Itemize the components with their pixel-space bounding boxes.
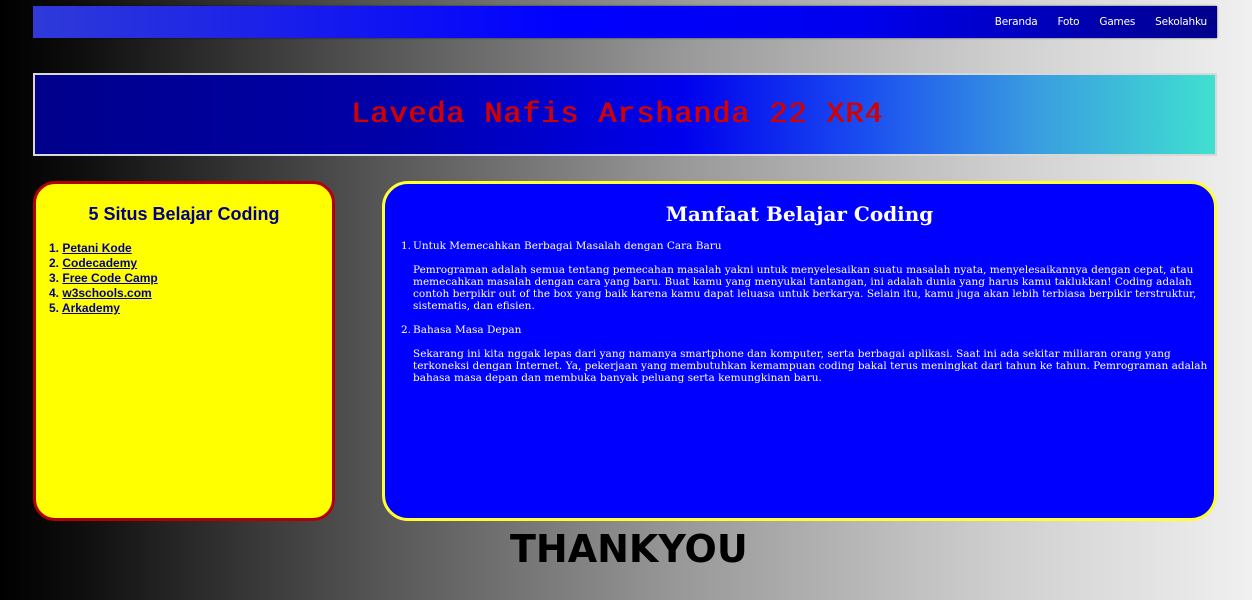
nav-link-games[interactable]: Games xyxy=(1099,16,1135,28)
benefit-body-2: Sekarang ini kita nggak lepas dari yang … xyxy=(413,348,1208,384)
benefit-body-1: Pemrograman adalah semua tentang pemecah… xyxy=(413,264,1197,312)
benefit-number: 2. xyxy=(401,324,412,336)
list-item: 4. w3schools.com xyxy=(49,286,158,301)
nav-link-beranda[interactable]: Beranda xyxy=(995,16,1038,28)
link-petani-kode[interactable]: Petani Kode xyxy=(62,241,131,255)
footer-thankyou: THANKYOU xyxy=(510,527,748,571)
coding-sites-heading: 5 Situs Belajar Coding xyxy=(88,204,280,224)
header-banner: Laveda Nafis Arshanda 22 XR4 xyxy=(33,73,1217,156)
list-number: 3. xyxy=(49,271,60,285)
coding-benefits-panel: Manfaat Belajar Coding 1. Untuk Memecahk… xyxy=(382,181,1217,521)
nav-link-sekolahku[interactable]: Sekolahku xyxy=(1155,16,1207,28)
benefit-title-1: 1. Untuk Memecahkan Berbagai Masalah den… xyxy=(401,240,1212,252)
top-nav-bar: Beranda Foto Games Sekolahku xyxy=(33,6,1217,38)
page-title: Laveda Nafis Arshanda 22 XR4 xyxy=(350,97,884,132)
main-nav: Beranda Foto Games Sekolahku xyxy=(995,6,1207,38)
list-item: 5. Arkademy xyxy=(49,301,158,316)
link-arkademy[interactable]: Arkademy xyxy=(62,301,120,315)
list-number: 1. xyxy=(49,241,60,255)
benefit-title-text: Bahasa Masa Depan xyxy=(413,324,522,336)
list-number: 5. xyxy=(49,301,60,315)
coding-sites-list: 1. Petani Kode 2. Codecademy 3. Free Cod… xyxy=(49,241,158,316)
list-item: 1. Petani Kode xyxy=(49,241,158,256)
benefit-title-2: 2. Bahasa Masa Depan xyxy=(401,324,1212,336)
list-number: 2. xyxy=(49,256,60,270)
list-item: 2. Codecademy xyxy=(49,256,158,271)
link-w3schools[interactable]: w3schools.com xyxy=(62,286,151,300)
link-free-code-camp[interactable]: Free Code Camp xyxy=(62,271,157,285)
benefits-content: 1. Untuk Memecahkan Berbagai Masalah den… xyxy=(401,240,1212,396)
benefit-title-text: Untuk Memecahkan Berbagai Masalah dengan… xyxy=(413,240,722,252)
nav-link-foto[interactable]: Foto xyxy=(1058,16,1080,28)
list-number: 4. xyxy=(49,286,60,300)
coding-benefits-heading: Manfaat Belajar Coding xyxy=(665,202,934,226)
link-codecademy[interactable]: Codecademy xyxy=(62,256,137,270)
benefit-number: 1. xyxy=(401,240,412,252)
list-item: 3. Free Code Camp xyxy=(49,271,158,286)
coding-sites-panel: 5 Situs Belajar Coding 1. Petani Kode 2.… xyxy=(33,181,335,521)
